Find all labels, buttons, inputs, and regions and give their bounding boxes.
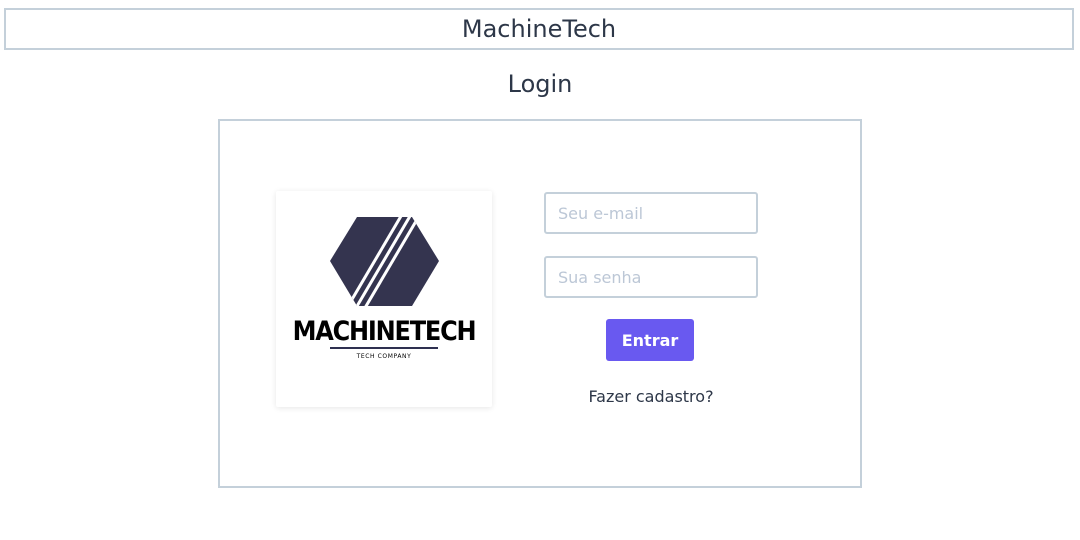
hexagon-logo-icon	[330, 217, 439, 306]
login-panel: MACHINETECH TECH COMPANY Entrar Fazer ca…	[218, 119, 862, 488]
logo-card: MACHINETECH TECH COMPANY	[276, 191, 492, 407]
password-field[interactable]	[544, 256, 758, 298]
site-header: MachineTech	[4, 8, 1074, 50]
logo-underline	[330, 347, 438, 349]
email-field[interactable]	[544, 192, 758, 234]
enter-button[interactable]: Entrar	[606, 319, 694, 361]
page-title: Login	[507, 70, 573, 98]
logo-wordmark: MACHINETECH	[292, 315, 477, 347]
header-brand: MachineTech	[461, 15, 617, 43]
register-link[interactable]: Fazer cadastro?	[544, 387, 758, 406]
logo-tagline: TECH COMPANY	[356, 353, 412, 360]
